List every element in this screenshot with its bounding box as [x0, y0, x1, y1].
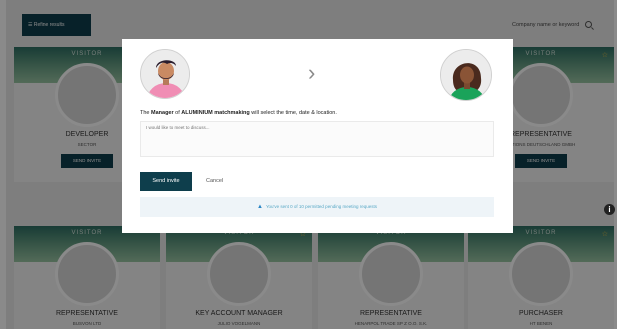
person-illustration-icon: [441, 50, 491, 100]
chevron-right-icon: ›: [308, 60, 316, 85]
invite-modal: › The Manager of ALUMINIUM matchmaking w…: [122, 39, 513, 233]
statement-role: Manager: [151, 110, 174, 116]
message-input[interactable]: [140, 121, 494, 157]
notice-text: You've sent 0 of 10 permitted pending me…: [265, 204, 377, 209]
warning-icon: ▲: [257, 204, 263, 210]
statement-company: ALUMINIUM matchmaking: [181, 110, 250, 116]
meeting-statement: The Manager of ALUMINIUM matchmaking wil…: [140, 110, 337, 116]
recipient-avatar: [440, 49, 492, 101]
statement-prefix: The: [140, 110, 152, 116]
info-icon[interactable]: i: [604, 204, 615, 215]
cancel-link[interactable]: Cancel: [206, 178, 223, 184]
request-limit-notice: ▲ You've sent 0 of 10 permitted pending m…: [140, 197, 494, 217]
sender-avatar: [140, 49, 190, 99]
person-illustration-icon: [141, 50, 189, 98]
statement-suffix: will select the time, date & location.: [249, 110, 337, 116]
send-invite-button[interactable]: Send invite: [140, 172, 192, 191]
